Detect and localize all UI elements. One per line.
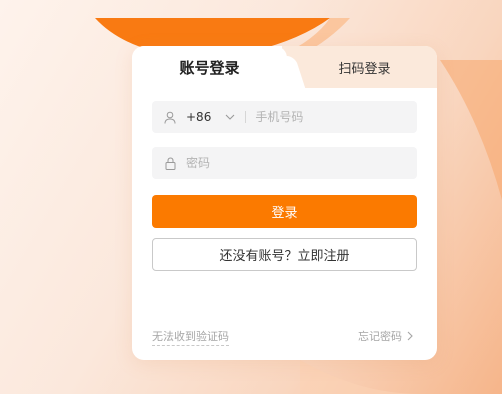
- cannot-receive-code-label: 无法收到验证码: [152, 330, 229, 343]
- login-button[interactable]: 登录: [152, 195, 417, 228]
- country-code-value: +86: [186, 110, 212, 124]
- phone-input[interactable]: [255, 110, 417, 124]
- chevron-down-icon: [225, 112, 235, 122]
- tab-account-login[interactable]: 账号登录: [132, 46, 287, 88]
- field-divider: [245, 111, 247, 123]
- forgot-password-label: 忘记密码: [358, 330, 402, 343]
- phone-field: +86: [152, 101, 417, 133]
- tab-qr-login[interactable]: 扫码登录: [302, 46, 427, 88]
- tab-qr-label: 扫码登录: [338, 61, 391, 77]
- chevron-right-icon: [407, 331, 417, 341]
- cannot-receive-code-link[interactable]: 无法收到验证码: [152, 328, 229, 346]
- register-button-label: 还没有账号？立即注册: [219, 249, 350, 264]
- register-button[interactable]: 还没有账号？立即注册: [152, 238, 417, 271]
- password-field: [152, 147, 417, 179]
- login-button-label: 登录: [271, 206, 298, 221]
- login-tabs: 账号登录 扫码登录: [132, 46, 437, 88]
- country-code-select[interactable]: +86: [186, 110, 235, 124]
- lock-icon: [162, 155, 178, 171]
- password-input[interactable]: [186, 156, 417, 170]
- forgot-password-link[interactable]: 忘记密码: [358, 328, 417, 344]
- user-icon: [162, 109, 178, 125]
- login-card: 账号登录 扫码登录 +86 登录: [132, 46, 437, 360]
- tab-account-label: 账号登录: [179, 58, 240, 77]
